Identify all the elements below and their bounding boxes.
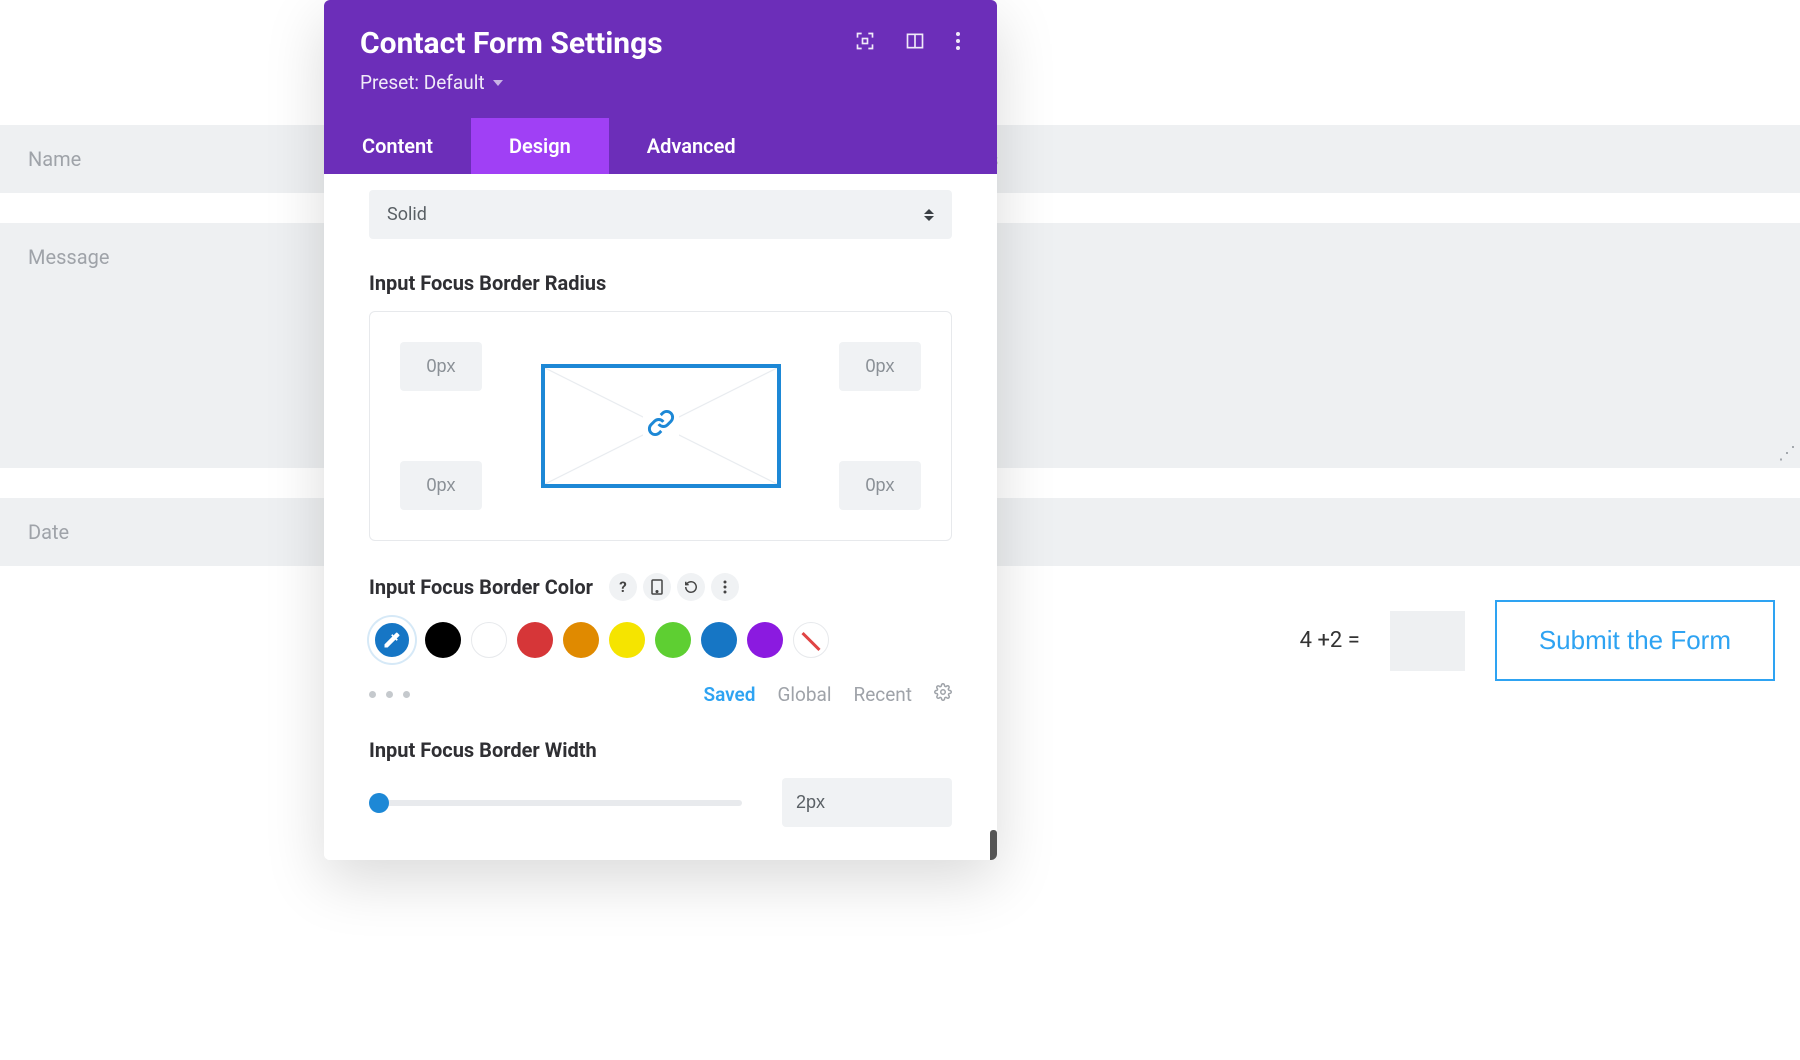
swatch-red[interactable] — [517, 622, 553, 658]
width-slider[interactable] — [369, 800, 742, 806]
captcha-input[interactable] — [1390, 611, 1465, 671]
color-tab-row: Saved Global Recent — [369, 683, 952, 706]
settings-panel: Contact Form Settings Preset: Default Co… — [324, 0, 997, 860]
color-swatches — [369, 617, 952, 663]
select-value: Solid — [387, 204, 427, 225]
select-arrows-icon — [924, 209, 934, 221]
swatch-orange[interactable] — [563, 622, 599, 658]
color-tab-recent[interactable]: Recent — [853, 683, 912, 706]
swatch-purple[interactable] — [747, 622, 783, 658]
radius-bottom-left[interactable] — [400, 461, 482, 510]
radius-top-left[interactable] — [400, 342, 482, 391]
captcha-label: 4 +2 = — [1300, 628, 1360, 653]
swatch-white[interactable] — [471, 622, 507, 658]
preset-selector[interactable]: Preset: Default — [360, 71, 961, 118]
submit-button[interactable]: Submit the Form — [1495, 600, 1775, 681]
radius-control — [369, 311, 952, 541]
menu-icon[interactable] — [711, 573, 739, 601]
gear-icon[interactable] — [934, 683, 952, 706]
swatch-green[interactable] — [655, 622, 691, 658]
border-style-select-top[interactable]: Solid — [369, 190, 952, 239]
caret-down-icon — [493, 80, 503, 86]
panel-header: Contact Form Settings Preset: Default — [324, 0, 997, 118]
tab-bar: Content Design Advanced — [324, 118, 997, 174]
more-colors-icon[interactable] — [369, 691, 414, 698]
radius-label: Input Focus Border Radius — [369, 271, 952, 295]
resize-grip-icon[interactable]: ⋰ — [1778, 443, 1796, 464]
more-icon[interactable] — [955, 31, 961, 56]
border-color-label: Input Focus Border Color ? — [369, 573, 952, 601]
header-icon-group — [855, 31, 961, 56]
eyedropper-swatch[interactable] — [369, 617, 415, 663]
color-tab-saved[interactable]: Saved — [703, 683, 755, 706]
radius-top-right[interactable] — [839, 342, 921, 391]
radius-preview — [541, 364, 781, 488]
swatch-blue[interactable] — [701, 622, 737, 658]
preset-label: Preset: Default — [360, 71, 485, 94]
link-values-icon[interactable] — [643, 405, 679, 447]
swatch-black[interactable] — [425, 622, 461, 658]
responsive-icon[interactable] — [643, 573, 671, 601]
help-icon[interactable]: ? — [609, 573, 637, 601]
border-color-text: Input Focus Border Color — [369, 575, 593, 599]
tab-design[interactable]: Design — [471, 118, 609, 174]
panel-title-text: Contact Form Settings — [360, 26, 663, 61]
focus-border-style-label: Input Focus Border Style — [369, 859, 952, 860]
width-value-input[interactable] — [782, 778, 952, 827]
swatch-transparent[interactable] — [793, 622, 829, 658]
tab-advanced[interactable]: Advanced — [609, 118, 774, 174]
email-field[interactable]: ddress — [910, 125, 1800, 193]
swatch-yellow[interactable] — [609, 622, 645, 658]
columns-icon[interactable] — [905, 31, 925, 56]
panel-body: Solid Input Focus Border Radius Input Fo… — [324, 190, 997, 860]
slider-thumb[interactable] — [369, 793, 389, 813]
focus-icon[interactable] — [855, 31, 875, 56]
reset-icon[interactable] — [677, 573, 705, 601]
tab-content[interactable]: Content — [324, 118, 471, 174]
label-icon-group: ? — [609, 573, 739, 601]
border-width-label: Input Focus Border Width — [369, 738, 952, 762]
radius-bottom-right[interactable] — [839, 461, 921, 510]
color-tab-global[interactable]: Global — [777, 683, 831, 706]
message-placeholder: Message — [28, 245, 109, 269]
scrollbar-thumb[interactable] — [990, 830, 997, 860]
border-width-control — [369, 778, 952, 827]
